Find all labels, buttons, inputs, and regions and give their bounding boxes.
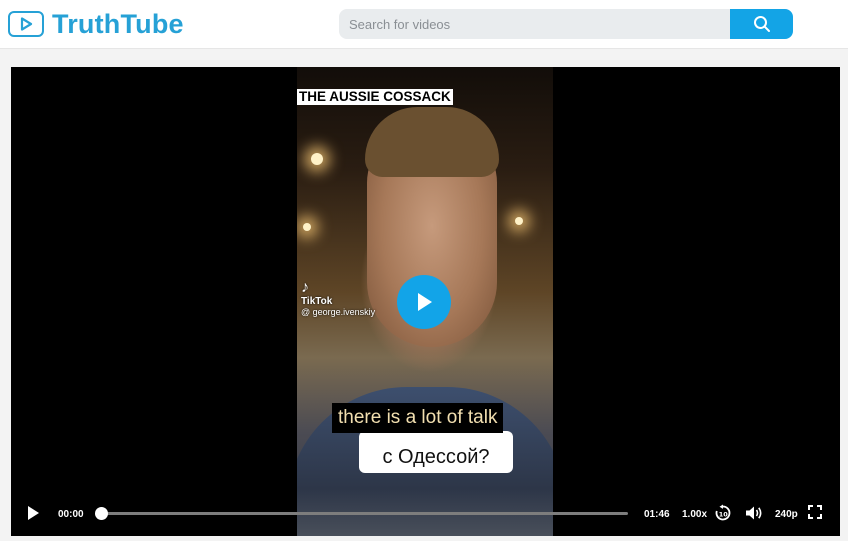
progress-bar[interactable] [95,507,628,520]
tiktok-icon: ♪ [301,279,309,296]
search-icon [753,16,770,32]
tiktok-username: @ george.ivenskiy [301,307,376,317]
search-bar [339,9,793,39]
video-subtitle: there is a lot of talk [332,403,504,433]
play-icon [28,506,39,520]
video-overlay-label: THE AUSSIE COSSACK [297,89,453,105]
big-play-button[interactable] [397,275,451,329]
quality-button[interactable]: 240p [775,509,798,521]
russian-caption: с Одессой? [382,446,490,468]
tiktok-watermark: ♪ TikTok @ george.ivenskiy [301,279,375,317]
person-hair [365,107,499,177]
play-button[interactable] [25,505,41,521]
rewind-10-button[interactable]: 10 [713,503,733,523]
search-button[interactable] [730,9,793,39]
play-icon [418,293,432,311]
russian-caption-card: с Одессой? [359,431,513,473]
video-player[interactable]: THE AUSSIE COSSACK ♪ TikTok @ george.ive… [11,67,840,536]
volume-button[interactable] [744,503,764,523]
logo-text: TruthTube [52,9,184,39]
current-time: 00:00 [58,509,84,520]
fullscreen-icon [808,505,822,519]
progress-handle[interactable] [95,507,108,520]
search-input[interactable] [339,9,730,39]
site-logo[interactable]: TruthTube [8,9,184,39]
street-light [303,223,311,231]
rewind-10-icon: 10 [715,504,731,521]
street-light [311,153,323,165]
tiktok-brand: TikTok [301,296,333,307]
site-header: TruthTube [0,0,848,49]
fullscreen-button[interactable] [807,504,823,520]
logo-play-icon [8,11,44,37]
volume-icon [746,506,762,520]
playback-speed-button[interactable]: 1.00x [682,509,707,521]
duration: 01:46 [644,509,670,520]
player-controls: 00:00 01:46 1.00x 10 240p [11,497,840,529]
svg-text:10: 10 [719,510,729,518]
street-light [515,217,523,225]
